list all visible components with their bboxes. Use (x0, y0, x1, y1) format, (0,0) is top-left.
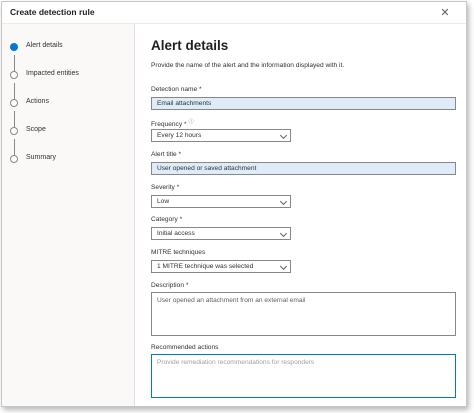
step-indicator (10, 99, 18, 107)
description-label: Description * (151, 282, 189, 289)
page-title: Alert details (151, 38, 229, 53)
step-indicator (10, 71, 18, 79)
step-impacted-entities[interactable]: Impacted entities (10, 70, 130, 82)
step-actions[interactable]: Actions (10, 98, 130, 110)
step-label: Impacted entities (26, 70, 79, 77)
alert-title-input[interactable]: User opened or saved attachment (151, 162, 456, 175)
frequency-label: Frequency * ⓘ (151, 118, 194, 128)
step-indicator (10, 127, 18, 135)
mitre-techniques-value: 1 MITRE technique was selected (157, 263, 254, 270)
step-label: Alert details (26, 42, 63, 49)
frequency-value: Every 12 hours (157, 132, 202, 139)
dialog-title: Create detection rule (10, 7, 95, 17)
recommended-actions-textarea[interactable]: Provide remediation recommendations for … (151, 354, 456, 398)
dialog-header: Create detection rule ✕ (2, 2, 466, 24)
chevron-down-icon (279, 229, 288, 238)
detection-name-label: Detection name * (151, 86, 202, 93)
recommended-actions-label: Recommended actions (151, 344, 219, 351)
mitre-techniques-label: MITRE techniques (151, 249, 206, 256)
frequency-dropdown[interactable]: Every 12 hours (151, 129, 291, 142)
step-summary[interactable]: Summary (10, 154, 130, 166)
close-icon[interactable]: ✕ (438, 6, 452, 20)
wizard-steps: Alert details Impacted entities Actions … (2, 24, 135, 406)
step-alert-details[interactable]: Alert details (10, 42, 130, 54)
detection-name-input[interactable]: Email attachments (151, 97, 456, 110)
severity-value: Low (157, 198, 170, 205)
page-description: Provide the name of the alert and the in… (151, 62, 345, 69)
chevron-down-icon (279, 131, 288, 140)
step-label: Actions (26, 98, 49, 105)
severity-label: Severity * (151, 184, 180, 191)
category-value: Initial access (157, 230, 195, 237)
severity-dropdown[interactable]: Low (151, 195, 291, 208)
info-icon[interactable]: ⓘ (189, 119, 194, 125)
step-label: Scope (26, 126, 46, 133)
step-scope[interactable]: Scope (10, 126, 130, 138)
alert-details-form: Alert details Provide the name of the al… (136, 24, 466, 406)
chevron-down-icon (279, 197, 288, 206)
step-indicator (10, 155, 18, 163)
category-label: Category * (151, 216, 183, 223)
create-detection-rule-dialog: Create detection rule ✕ Alert details Im… (1, 1, 467, 407)
frequency-label-text: Frequency * (151, 121, 187, 129)
mitre-techniques-dropdown[interactable]: 1 MITRE technique was selected (151, 260, 291, 273)
description-textarea[interactable]: User opened an attachment from an extern… (151, 292, 456, 336)
alert-title-label: Alert title * (151, 151, 182, 158)
step-indicator-active (10, 43, 18, 51)
category-dropdown[interactable]: Initial access (151, 227, 291, 240)
chevron-down-icon (279, 262, 288, 271)
step-label: Summary (26, 154, 56, 161)
